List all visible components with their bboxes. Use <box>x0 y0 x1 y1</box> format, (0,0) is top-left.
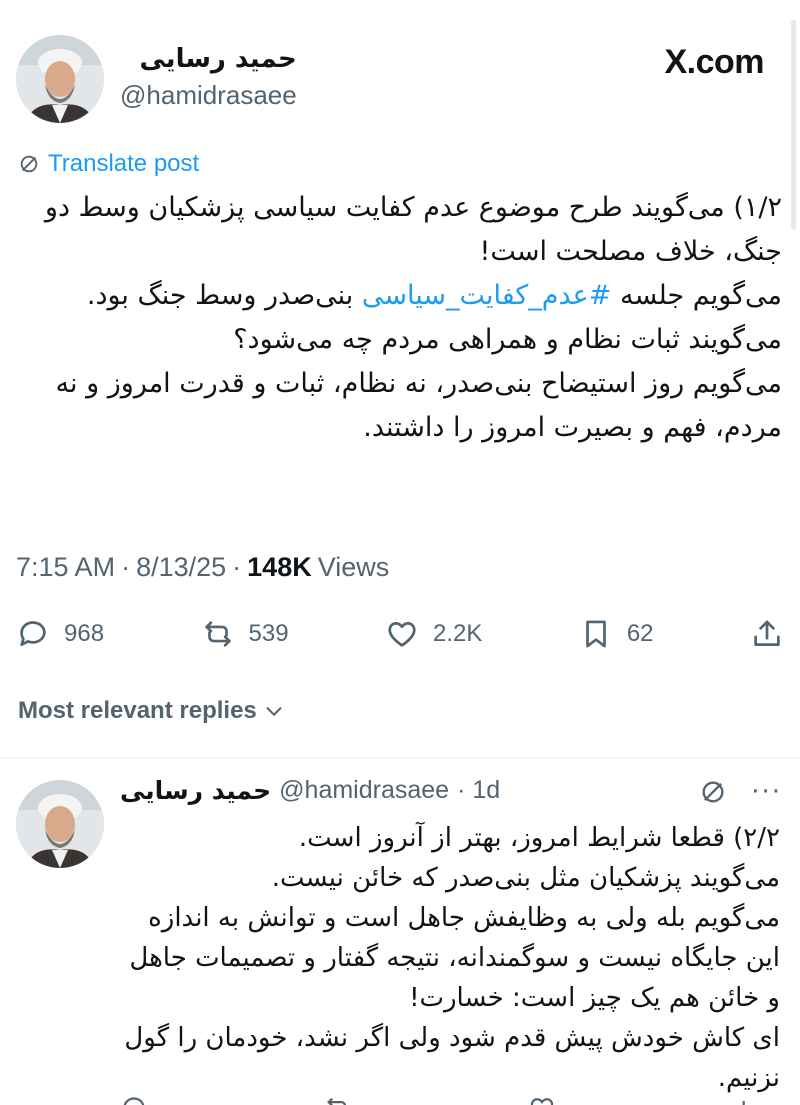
post-paragraph: ۱/۲) می‌گویند طرح موضوع عدم کفایت سیاسی … <box>44 192 782 267</box>
post-paragraph: می‌گویم روز استیضاح بنی‌صدر، نه نظام، ثب… <box>55 368 782 443</box>
chevron-down-icon <box>266 707 282 717</box>
translate-icon <box>20 155 38 173</box>
avatar[interactable] <box>16 35 104 123</box>
reply-line: ای کاش خودش پیش قدم شود ولی اگر نشد، خود… <box>124 1023 780 1093</box>
share-icon <box>754 620 780 646</box>
display-name[interactable]: حمید رسایی <box>120 41 297 77</box>
post-body: ۱/۲) می‌گویند طرح موضوع عدم کفایت سیاسی … <box>24 186 782 450</box>
post-paragraph: می‌گویند ثبات نظام و همراهی مردم چه می‌ش… <box>233 324 782 355</box>
translate-icon[interactable] <box>699 778 727 806</box>
reply-line: می‌گویند پزشکیان مثل بنی‌صدر که خائن نیس… <box>271 863 780 893</box>
translate-post-link[interactable]: Translate post <box>18 150 199 178</box>
reply-line: می‌گویم بله ولی به وظایفش جاهل است و توا… <box>129 903 780 1013</box>
views-icon[interactable] <box>732 1094 760 1105</box>
post-header: حمید رسایی @hamidrasaee X.com <box>16 35 784 125</box>
reply-handle[interactable]: @hamidrasaee <box>279 776 449 805</box>
reply-age[interactable]: · 1d <box>457 776 500 805</box>
post-text-segment: می‌گویم جلسه <box>611 280 782 311</box>
like-button[interactable]: 2.2K <box>385 617 482 651</box>
reply-line: ۲/۲) قطعا شرایط امروز، بهتر از آنروز است… <box>298 823 780 853</box>
reply-body: ۲/۲) قطعا شرایط امروز، بهتر از آنروز است… <box>118 818 780 1098</box>
user-handle[interactable]: @hamidrasaee <box>120 80 297 110</box>
bookmark-button[interactable]: 62 <box>579 617 654 651</box>
repost-icon[interactable] <box>324 1094 352 1105</box>
reply-header: حمید رسایی @hamidrasaee · 1d <box>120 776 500 805</box>
post-time[interactable]: 7:15 AM <box>16 552 115 583</box>
repost-button[interactable]: 539 <box>201 617 289 651</box>
reply-icon[interactable] <box>120 1094 148 1105</box>
reply-icon <box>20 621 46 646</box>
reply-count: 968 <box>64 620 105 647</box>
more-options-icon[interactable]: ··· <box>751 778 782 806</box>
post-paragraph: می‌گویم جلسه #عدم_کفایت_سیاسی بنی‌صدر وس… <box>24 274 782 318</box>
reply-top-icons: ··· <box>699 778 782 806</box>
share-button[interactable] <box>750 617 784 651</box>
post-text-segment: بنی‌صدر وسط جنگ بود. <box>86 280 362 311</box>
translate-post-label[interactable]: Translate post <box>48 150 199 178</box>
heart-icon[interactable] <box>528 1094 556 1105</box>
reply-actions <box>120 1094 760 1105</box>
post-date[interactable]: 8/13/25 <box>136 552 226 583</box>
meta-separator: · <box>121 552 131 582</box>
post-actions: 968 539 2.2K 62 <box>16 612 784 656</box>
like-count: 2.2K <box>433 620 483 647</box>
reply-display-name[interactable]: حمید رسایی <box>120 776 271 805</box>
views-label: Views <box>317 552 390 582</box>
bookmark-icon <box>585 620 606 648</box>
hashtag-link[interactable]: #عدم_کفایت_سیاسی <box>362 280 612 311</box>
post-meta: 7:15 AM · 8/13/25 · 148K Views <box>16 552 389 583</box>
meta-separator: · <box>232 552 242 582</box>
repost-count: 539 <box>248 620 289 647</box>
reply-button[interactable]: 968 <box>16 617 104 651</box>
repost-icon <box>204 621 231 647</box>
replies-sort-label: Most relevant replies <box>18 697 257 724</box>
replies-sort-dropdown[interactable]: Most relevant replies <box>18 697 285 725</box>
site-logo: X.com <box>664 43 764 81</box>
views-count: 148K <box>247 552 312 582</box>
heart-icon <box>388 622 416 647</box>
bookmark-count: 62 <box>626 620 654 647</box>
scrollbar[interactable] <box>791 20 796 230</box>
divider <box>0 757 800 758</box>
reply-avatar[interactable] <box>16 780 104 868</box>
